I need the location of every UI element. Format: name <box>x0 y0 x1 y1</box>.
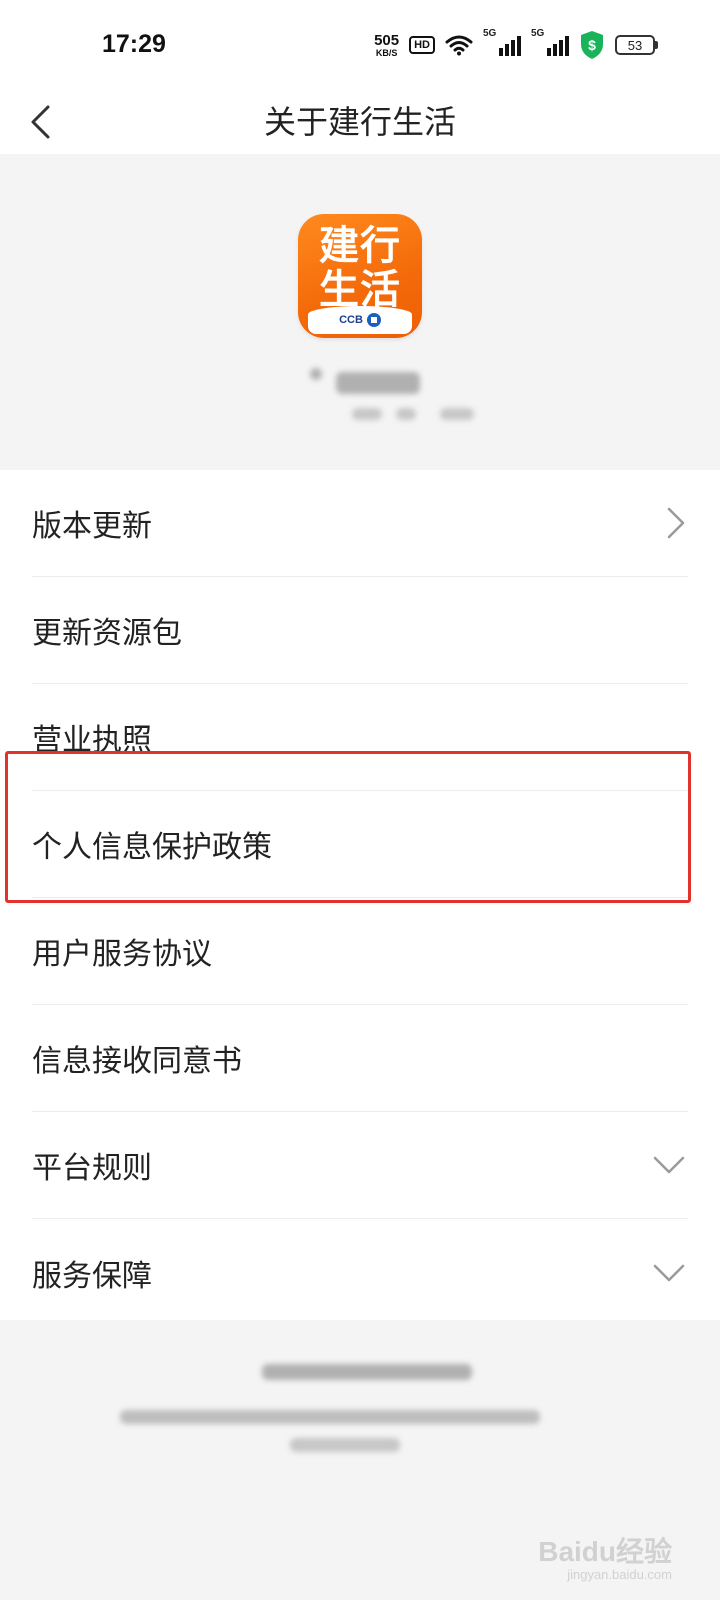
app-info-section: 建行 生活 CCB <box>0 154 720 470</box>
signal-5g-icon-1: 5G <box>483 28 521 56</box>
menu-item-service-guarantee[interactable]: 服务保障 <box>32 1219 688 1326</box>
security-shield-icon: $ <box>581 31 603 59</box>
blurred-app-name-dot <box>310 368 322 380</box>
network-speed-value: 505 <box>374 31 400 49</box>
menu-item-label: 信息接收同意书 <box>32 1044 242 1079</box>
blurred-footer-line2 <box>120 1410 540 1424</box>
chevron-right-icon <box>667 507 685 539</box>
blurred-footer-line1 <box>262 1364 472 1380</box>
blurred-version-text-3 <box>440 408 474 420</box>
baidu-jingyan-watermark: Baidu经验 jingyan.baidu.com <box>538 1536 672 1583</box>
menu-item-privacy-policy[interactable]: 个人信息保护政策 <box>32 791 688 898</box>
hd-voice-icon: HD <box>409 36 435 54</box>
status-bar: 17:29 505 KB/S HD 5G 5G $ 53 <box>0 0 720 90</box>
menu-item-label: 更新资源包 <box>32 616 182 651</box>
blurred-version-text-2 <box>396 408 416 420</box>
about-menu-list: 版本更新 更新资源包 营业执照 个人信息保护政策 用户服务协议 信息接收同意书 … <box>0 470 720 1326</box>
menu-item-label: 个人信息保护政策 <box>32 830 272 865</box>
svg-text:$: $ <box>588 37 596 53</box>
watermark-logo: Baidu经验 <box>538 1536 672 1567</box>
app-logo-icon: 建行 生活 CCB <box>298 214 422 338</box>
blurred-footer-line3 <box>290 1438 400 1452</box>
battery-level: 53 <box>615 35 655 55</box>
menu-item-label: 营业执照 <box>32 723 152 758</box>
battery-icon: 53 <box>615 35 658 55</box>
menu-item-business-license[interactable]: 营业执照 <box>32 684 688 791</box>
nav-bar: 关于建行生活 <box>0 90 720 154</box>
menu-item-version-update[interactable]: 版本更新 <box>32 470 688 577</box>
chevron-down-icon <box>653 1156 685 1174</box>
menu-item-label: 用户服务协议 <box>32 937 212 972</box>
wifi-icon <box>445 35 473 56</box>
blurred-version-text <box>352 408 382 420</box>
page-title: 关于建行生活 <box>263 103 456 141</box>
status-time: 17:29 <box>102 30 166 58</box>
status-icons: 505 KB/S HD 5G 5G $ 53 <box>374 28 658 62</box>
menu-item-label: 版本更新 <box>32 509 152 544</box>
app-logo-text-line1: 建行 <box>319 223 401 269</box>
menu-item-update-resource-pack[interactable]: 更新资源包 <box>32 577 688 684</box>
footer: Baidu经验 jingyan.baidu.com <box>0 1320 720 1600</box>
signal-1-label: 5G <box>483 28 497 39</box>
menu-item-label: 服务保障 <box>32 1258 152 1294</box>
network-speed: 505 KB/S <box>374 33 399 58</box>
menu-item-info-consent[interactable]: 信息接收同意书 <box>32 1005 688 1112</box>
signal-5g-icon-2: 5G <box>531 28 569 56</box>
menu-item-label: 平台规则 <box>32 1151 152 1186</box>
watermark-url: jingyan.baidu.com <box>567 1567 672 1582</box>
signal-2-label: 5G <box>531 28 545 39</box>
ccb-mark: CCB <box>339 314 363 326</box>
ccb-logo-icon <box>366 313 381 327</box>
network-speed-unit: KB/S <box>375 47 398 58</box>
menu-item-user-agreement[interactable]: 用户服务协议 <box>32 898 688 1005</box>
blurred-app-name <box>336 372 420 394</box>
chevron-down-icon <box>653 1264 685 1281</box>
menu-item-platform-rules[interactable]: 平台规则 <box>32 1112 688 1219</box>
